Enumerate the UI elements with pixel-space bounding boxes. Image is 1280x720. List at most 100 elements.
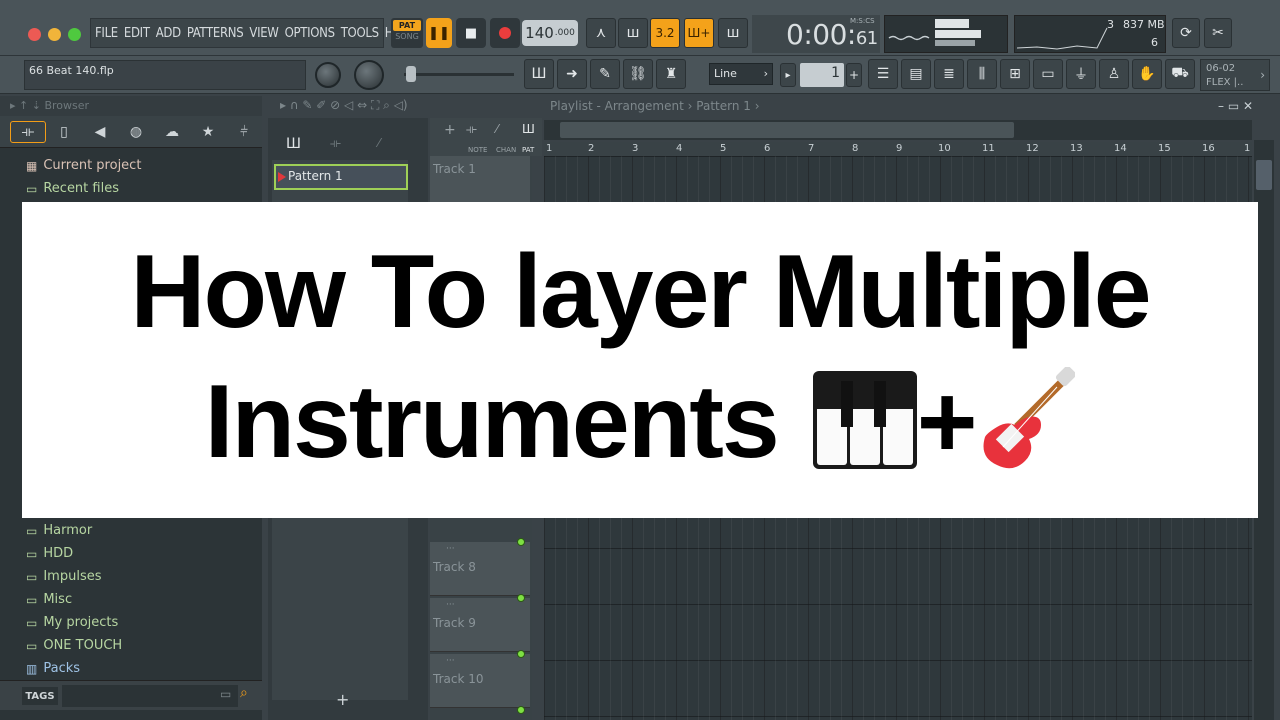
browser-item-hdd[interactable]: ▭ HDD	[26, 546, 73, 561]
plugin-database-button[interactable]: ⏚	[1066, 59, 1096, 89]
note-tool-icon[interactable]: ⟛	[466, 122, 477, 137]
next-button[interactable]: ➜	[557, 59, 587, 89]
metronome-button[interactable]: ⋏	[586, 18, 616, 48]
news-title: FLEX |..	[1206, 77, 1244, 88]
browser-item-recent-files[interactable]: ▭ Recent files	[26, 181, 119, 196]
browser-item-label: My projects	[43, 615, 119, 630]
record-button[interactable]	[490, 18, 520, 48]
tempo-display[interactable]: 140.000	[522, 20, 578, 46]
tab-sounds[interactable]: ◀	[82, 124, 118, 140]
vertical-scroll-thumb[interactable]	[1256, 160, 1272, 190]
tags-search-input[interactable]	[62, 685, 238, 707]
ruler-tick: 7	[808, 143, 815, 154]
search-icon[interactable]: ⌕	[240, 685, 248, 701]
audio-clip-icon[interactable]: ⟛	[330, 136, 341, 151]
minimize-window-button[interactable]	[48, 28, 61, 41]
oscilloscope-display[interactable]	[884, 15, 1008, 53]
ruler-tick: 1	[546, 143, 553, 154]
track-row[interactable]: ··· Track 10	[430, 654, 530, 708]
tab-favorites[interactable]: ★	[190, 124, 226, 140]
speaker-icon: ◀	[94, 123, 106, 140]
horizontal-scroll-thumb[interactable]	[560, 122, 1014, 138]
undo-button[interactable]: ⟳	[1172, 18, 1200, 48]
document-icon: ▭	[1041, 66, 1055, 82]
chan-tool-icon[interactable]: ⁄	[496, 122, 498, 136]
master-slider-track[interactable]	[404, 73, 514, 76]
tab-settings[interactable]: ⫩	[226, 124, 262, 140]
playlist-tool-icons[interactable]: ▸ ∩ ✎ ✐ ⊘ ◁ ⇔ ⛶ ⌕ ◁)	[280, 98, 408, 113]
window-controls[interactable]: – ▭ ✕	[1218, 99, 1253, 113]
menu-options[interactable]: OPTIONS	[285, 26, 335, 41]
browser-button[interactable]: ⊞	[1000, 59, 1030, 89]
piano-icon[interactable]: Ш	[286, 136, 301, 152]
bar-ruler[interactable]: 1 2 3 4 5 6 7 8 9 10 11 12 13 14 15 16 1	[544, 142, 1252, 156]
track-mute-led[interactable]	[517, 650, 525, 658]
browser-item-one-touch[interactable]: ▭ ONE TOUCH	[26, 638, 122, 653]
track-mute-led[interactable]	[517, 594, 525, 602]
piano-roll-button[interactable]: Ш	[524, 59, 554, 89]
stamp-button[interactable]: ♜	[656, 59, 686, 89]
menu-tools[interactable]: TOOLS	[341, 26, 379, 41]
playlist-button[interactable]: ☰	[868, 59, 898, 89]
pattern-1-item[interactable]: Pattern 1	[274, 164, 408, 190]
arrow-right-icon: ➜	[566, 66, 578, 82]
tempo-tapper-button[interactable]: ♙	[1099, 59, 1129, 89]
browser-item-impulses[interactable]: ▭ Impulses	[26, 569, 102, 584]
step-edit-button[interactable]: Ш+	[684, 18, 714, 48]
track-mute-led[interactable]	[517, 538, 525, 546]
track-dots: ···	[446, 656, 455, 666]
news-panel[interactable]: 06-02 FLEX |.. ›	[1200, 59, 1270, 91]
browser-item-packs[interactable]: ▥ Packs	[26, 661, 80, 676]
stop-button[interactable]: ■	[456, 18, 486, 48]
automation-icon[interactable]: ⁄	[378, 136, 380, 150]
browser-item-my-projects[interactable]: ▭ My projects	[26, 615, 118, 630]
maximize-window-button[interactable]	[68, 28, 81, 41]
menu-file[interactable]: FILE	[95, 26, 118, 41]
wait-for-input-button[interactable]: ш	[618, 18, 648, 48]
ruler-tick: 6	[764, 143, 771, 154]
add-pattern-button[interactable]: +	[846, 63, 862, 87]
draw-button[interactable]: ✎	[590, 59, 620, 89]
mixer-button[interactable]: ⫼	[967, 59, 997, 89]
menu-patterns[interactable]: PATTERNS	[187, 26, 244, 41]
pat-song-toggle[interactable]: PAT SONG	[391, 18, 423, 48]
piano-roll-window-button[interactable]: ▤	[901, 59, 931, 89]
track-mute-led[interactable]	[517, 706, 525, 714]
track-row[interactable]: ··· Track 8	[430, 542, 530, 596]
browser-item-misc[interactable]: ▭ Misc	[26, 592, 72, 607]
tab-all[interactable]: ⟛	[10, 120, 46, 143]
browser-item-harmor[interactable]: ▭ Harmor	[26, 523, 92, 538]
countdown-button[interactable]: 3.2	[650, 18, 680, 48]
browser-item-current-project[interactable]: ▦ Current project	[26, 158, 141, 173]
main-menu: FILE EDIT ADD PATTERNS VIEW OPTIONS TOOL…	[90, 18, 414, 48]
cut-tool-button[interactable]: ✂	[1204, 18, 1232, 48]
channel-rack-button[interactable]: ≣	[934, 59, 964, 89]
shop-button[interactable]: ⛟	[1165, 59, 1195, 89]
master-volume-knob[interactable]	[315, 62, 341, 88]
track-row[interactable]: ··· Track 9	[430, 598, 530, 652]
step-prev-button[interactable]: ▸	[780, 63, 796, 87]
snap-selector[interactable]: Line ›	[709, 63, 773, 85]
pat-tool-icon[interactable]: Ш	[522, 122, 535, 136]
pattern-number-stepper[interactable]: 1	[800, 63, 844, 87]
loop-record-button[interactable]: ш	[718, 18, 748, 48]
menu-add[interactable]: ADD	[156, 26, 181, 41]
add-track-icon[interactable]: +	[444, 122, 456, 138]
tab-plugins[interactable]: ◍	[118, 124, 154, 140]
add-pattern-plus[interactable]: +	[336, 690, 349, 709]
menu-edit[interactable]: EDIT	[124, 26, 150, 41]
master-pitch-knob[interactable]	[354, 60, 384, 90]
tab-files[interactable]: ▯	[46, 124, 82, 140]
menu-view[interactable]: VIEW	[249, 26, 279, 41]
link-button[interactable]: ⛓	[623, 59, 653, 89]
secondary-toolbar: 66 Beat 140.flp Ш ➜ ✎ ⛓ ♜ Line › ▸ 1 + ☰…	[0, 56, 1280, 94]
touch-controller-button[interactable]: ✋	[1132, 59, 1162, 89]
browser-item-label: Impulses	[43, 569, 102, 584]
tab-cloud[interactable]: ☁	[154, 124, 190, 140]
project-info-button[interactable]: ▭	[1033, 59, 1063, 89]
pause-button[interactable]: ❚❚	[426, 18, 452, 48]
folder-icon: ▭	[26, 523, 38, 538]
close-window-button[interactable]	[28, 28, 41, 41]
master-slider-handle[interactable]	[406, 66, 416, 82]
time-sub: 61	[855, 28, 878, 49]
